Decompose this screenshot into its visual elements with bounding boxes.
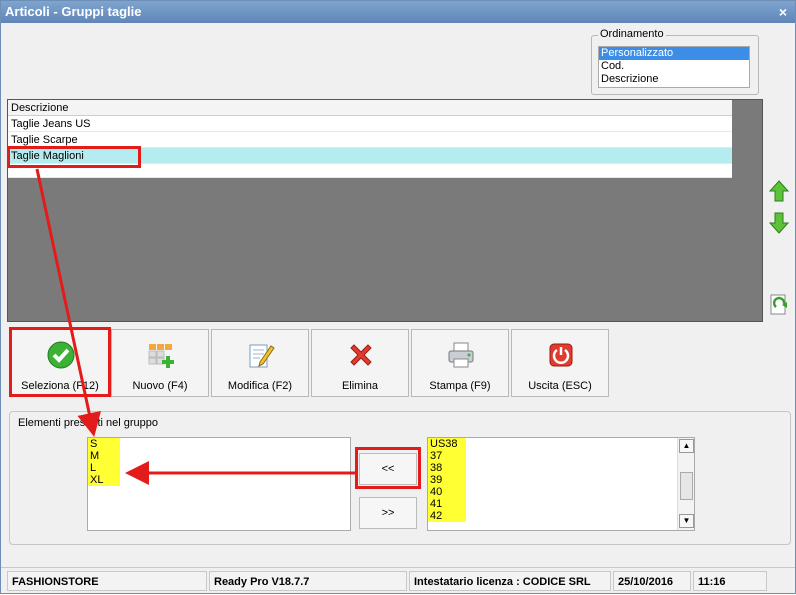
list-item[interactable]: US38 <box>428 438 466 450</box>
uscita-button[interactable]: Uscita (ESC) <box>511 329 609 397</box>
window-title: Articoli - Gruppi taglie <box>5 4 142 19</box>
close-icon[interactable]: × <box>779 1 787 23</box>
ordinamento-option[interactable]: Cod. <box>599 60 749 73</box>
stampa-button[interactable]: Stampa (F9) <box>411 329 509 397</box>
list-item[interactable]: 39 <box>428 474 466 486</box>
status-bar: FASHIONSTORE Ready Pro V18.7.7 Intestata… <box>1 567 795 593</box>
list-item[interactable]: 42 <box>428 510 466 522</box>
group-elements-list[interactable]: S M L XL <box>87 437 351 531</box>
modifica-button[interactable]: Modifica (F2) <box>211 329 309 397</box>
elimina-label: Elimina <box>341 380 379 392</box>
move-up-button[interactable] <box>767 177 791 205</box>
red-x-icon <box>350 344 372 366</box>
add-to-group-button[interactable]: << <box>359 453 417 485</box>
list-item[interactable]: M <box>88 450 120 462</box>
status-version: Ready Pro V18.7.7 <box>209 571 407 591</box>
list-item[interactable]: 40 <box>428 486 466 498</box>
elimina-button[interactable]: Elimina <box>311 329 409 397</box>
edit-pencil-icon <box>249 344 275 368</box>
right-items-block: US38 37 38 39 40 41 42 <box>428 438 466 522</box>
main-window: Articoli - Gruppi taglie × Ordinamento P… <box>0 0 796 594</box>
modifica-label: Modifica (F2) <box>227 380 293 392</box>
seleziona-label: Seleziona (F12) <box>21 380 99 392</box>
ordinamento-title: Ordinamento <box>598 28 666 40</box>
left-items-block: S M L XL <box>88 438 120 486</box>
scroll-thumb[interactable] <box>680 472 693 500</box>
nuovo-label: Nuovo (F4) <box>132 380 188 392</box>
ordinamento-option[interactable]: Descrizione <box>599 73 749 86</box>
grid-body: Descrizione Taglie Jeans US Taglie Scarp… <box>8 100 732 178</box>
list-item[interactable]: S <box>88 438 120 450</box>
status-date: 25/10/2016 <box>613 571 691 591</box>
list-item[interactable]: 41 <box>428 498 466 510</box>
title-bar: Articoli - Gruppi taglie × <box>1 1 795 23</box>
seleziona-button[interactable]: Seleziona (F12) <box>11 329 109 397</box>
nuovo-button[interactable]: Nuovo (F4) <box>111 329 209 397</box>
printer-icon <box>448 342 474 368</box>
arrow-up-icon <box>768 180 790 202</box>
remove-from-group-button[interactable]: >> <box>359 497 417 529</box>
refresh-button[interactable] <box>767 291 791 319</box>
list-item[interactable]: 37 <box>428 450 466 462</box>
ordinamento-option[interactable]: Personalizzato <box>599 47 749 60</box>
arrow-down-icon <box>768 212 790 234</box>
groups-grid: Descrizione Taglie Jeans US Taglie Scarp… <box>7 99 763 322</box>
status-time: 11:16 <box>693 571 767 591</box>
grid-add-icon <box>148 344 174 368</box>
right-list-scrollbar[interactable]: ▲ ▼ <box>677 438 694 530</box>
ordinamento-group: Ordinamento Personalizzato Cod. Descrizi… <box>591 28 759 95</box>
list-item[interactable]: XL <box>88 474 120 486</box>
move-down-button[interactable] <box>767 209 791 237</box>
table-row[interactable]: Taglie Scarpe <box>8 132 732 148</box>
refresh-icon <box>770 294 787 315</box>
status-company: FASHIONSTORE <box>7 571 207 591</box>
table-row[interactable]: Taglie Jeans US <box>8 116 732 132</box>
list-item[interactable]: L <box>88 462 120 474</box>
table-row[interactable]: Taglie Maglioni <box>8 148 732 164</box>
available-elements-list[interactable]: US38 37 38 39 40 41 42 ▲ ▼ <box>427 437 695 531</box>
elementi-title: Elementi presenti nel gruppo <box>18 417 159 429</box>
list-item[interactable]: 38 <box>428 462 466 474</box>
scroll-down-icon[interactable]: ▼ <box>679 514 694 528</box>
grid-header-descrizione[interactable]: Descrizione <box>8 100 732 116</box>
stampa-label: Stampa (F9) <box>429 380 491 392</box>
table-row-empty[interactable] <box>8 164 732 178</box>
scroll-up-icon[interactable]: ▲ <box>679 439 694 453</box>
power-icon <box>549 343 573 367</box>
status-license: Intestatario licenza : CODICE SRL <box>409 571 611 591</box>
uscita-label: Uscita (ESC) <box>528 380 592 392</box>
green-check-icon <box>47 341 75 369</box>
ordinamento-list[interactable]: Personalizzato Cod. Descrizione <box>598 46 750 88</box>
